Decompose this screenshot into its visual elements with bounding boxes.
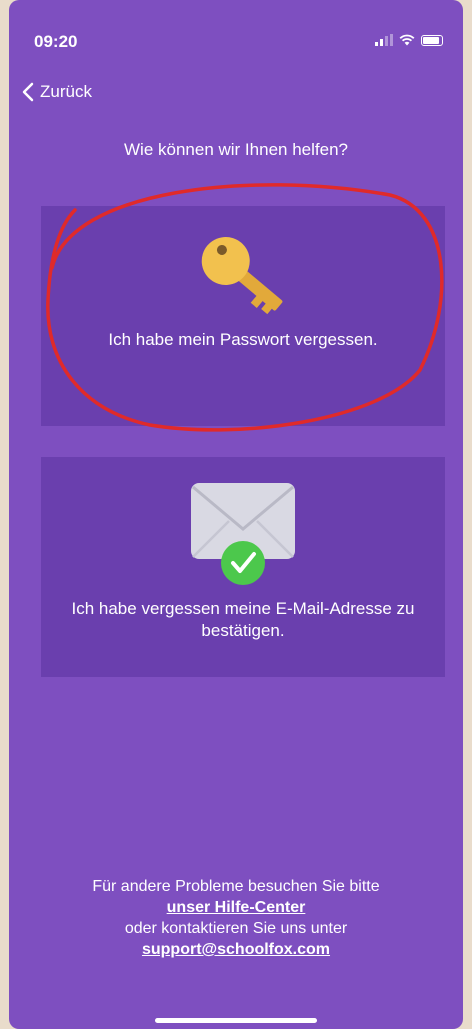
email-confirmation-label: Ich habe vergessen meine E-Mail-Adresse … — [71, 599, 415, 640]
status-icons — [375, 34, 443, 46]
home-indicator[interactable] — [155, 1018, 317, 1023]
back-label: Zurück — [40, 82, 92, 101]
phone-screen: 09:20 Zurück Wie können wir Ihnen helfen… — [9, 0, 463, 1029]
footer: Für andere Probleme besuchen Sie bitte u… — [9, 876, 463, 960]
status-time: 09:20 — [34, 32, 78, 51]
footer-text-line3: oder kontaktieren Sie uns unter — [124, 920, 348, 937]
forgot-password-option[interactable]: Ich habe mein Passwort vergessen. — [41, 206, 445, 426]
signal-icon — [375, 34, 393, 46]
page-title: Wie können wir Ihnen helfen? — [124, 140, 348, 159]
footer-text-line1: Für andere Probleme besuchen Sie bitte — [92, 878, 380, 895]
wifi-icon — [399, 34, 415, 46]
email-confirmation-option[interactable]: Ich habe vergessen meine E-Mail-Adresse … — [41, 457, 445, 677]
key-icon — [201, 236, 283, 315]
forgot-password-label: Ich habe mein Passwort vergessen. — [108, 330, 378, 349]
support-email-link[interactable]: support@schoolfox.com — [142, 941, 330, 958]
help-center-link[interactable]: unser Hilfe-Center — [167, 899, 306, 916]
chevron-left-icon — [22, 82, 34, 102]
back-button[interactable]: Zurück — [22, 82, 92, 102]
envelope-check-icon — [191, 483, 295, 585]
battery-icon — [421, 34, 443, 46]
status-bar: 09:20 — [9, 0, 463, 70]
